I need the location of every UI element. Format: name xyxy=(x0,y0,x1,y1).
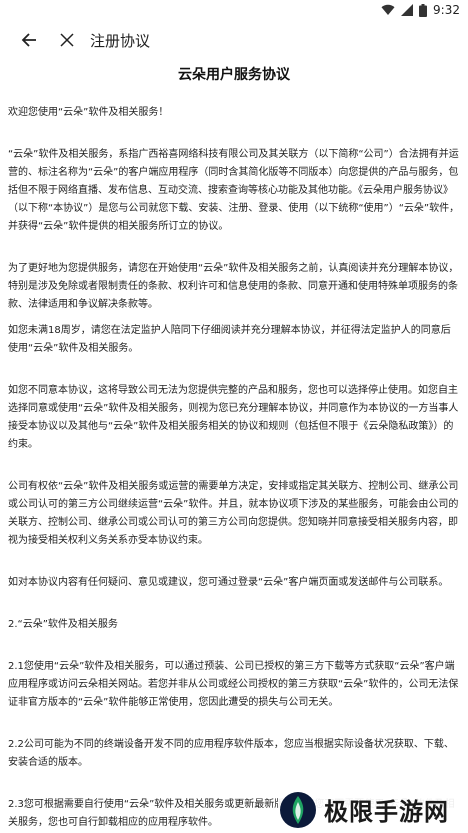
document-title: 云朵用户服务协议 xyxy=(178,67,290,83)
arrow-left-icon xyxy=(21,33,36,47)
agreement-content[interactable]: 云朵用户服务协议 欢迎您使用“云朵”软件及相关服务！ “云朵”软件及相关服务，系… xyxy=(0,64,468,832)
paragraph: 如您不同意本协议，这将导致公司无法为您提供完整的产品和服务，您也可以选择停止使用… xyxy=(8,385,459,450)
paragraph: 2.2公司可能为不同的终端设备开发不同的应用程序软件版本，您应当根据实际设备状况… xyxy=(8,739,454,768)
close-icon xyxy=(60,33,74,47)
paragraph: “云朵”软件及相关服务，系指广西裕喜网络科技有限公司及其关联方（以下简称“公司”… xyxy=(8,149,460,232)
paragraph: 如您未满18周岁，请您在法定监护人陪同下仔细阅读并充分理解本协议，并征得法定监护… xyxy=(8,325,451,354)
watermark-text: 极限手游网 xyxy=(324,797,449,826)
battery-icon xyxy=(419,3,428,17)
paragraph: 2.1您使用“云朵”软件及相关服务，可以通过预装、公司已授权的第三方下载等方式获… xyxy=(8,661,459,708)
page-title: 注册协议 xyxy=(90,31,151,50)
paragraph: 公司有权依“云朵”软件及相关服务或运营的需要单方决定，安排或指定其关联方、控制公… xyxy=(8,481,459,546)
paragraph: 为了更好地为您提供服务，请您在开始使用“云朵”软件及相关服务之前，认真阅读并充分… xyxy=(8,263,459,310)
status-time: 9:32 xyxy=(433,3,460,17)
close-button[interactable] xyxy=(52,25,82,55)
paragraph: 欢迎您使用“云朵”软件及相关服务！ xyxy=(8,107,169,118)
signal-icon xyxy=(401,4,414,16)
paragraph: 如对本协议内容有任何疑问、意见或建议，您可通过登录“云朵”客户端页面或发送邮件与… xyxy=(8,577,449,588)
watermark-logo-icon xyxy=(280,791,316,828)
section-heading: 2.“云朵”软件及相关服务 xyxy=(8,619,118,630)
status-bar: 9:32 xyxy=(0,0,468,20)
app-bar: 注册协议 xyxy=(0,20,468,60)
wifi-icon xyxy=(381,4,395,15)
watermark: 极限手游网 xyxy=(278,786,468,833)
back-button[interactable] xyxy=(14,25,44,55)
